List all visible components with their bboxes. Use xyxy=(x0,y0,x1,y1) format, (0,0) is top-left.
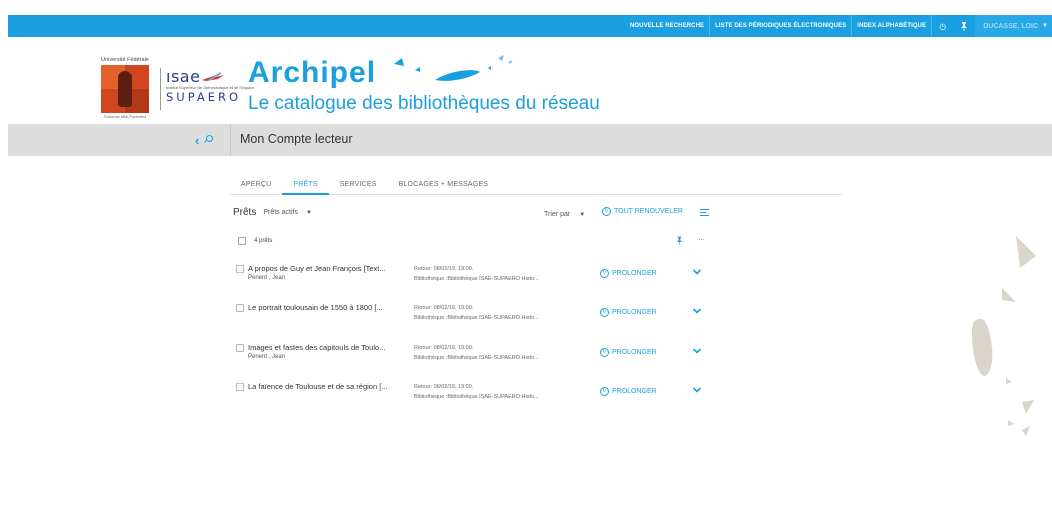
history-icon[interactable]: ◷ xyxy=(932,15,953,37)
loan-title[interactable]: A propos de Guy et Jean François [Text..… xyxy=(248,264,386,273)
loan-row: Le portrait toulousain de 1550 à 1800 [.… xyxy=(234,303,714,333)
chevron-down-icon: ▼ xyxy=(579,212,586,218)
university-logo: Université Fédérale Toulouse Midi-Pyréné… xyxy=(98,57,152,124)
page-title: Mon Compte lecteur xyxy=(240,132,353,146)
loan-library: Bibliothèque :Bibliothèque ISAE-SUPAERO … xyxy=(414,355,539,361)
loan-return-date: Retour: 08/02/19, 19:00. xyxy=(414,384,474,390)
chevron-down-icon[interactable] xyxy=(692,385,702,395)
archipel-decoration xyxy=(394,55,512,81)
renew-label: PROLONGER xyxy=(612,309,657,316)
user-name: DUCASSE, LOIC xyxy=(983,22,1039,30)
loans-heading: Prêts xyxy=(233,207,257,218)
renew-all-label: TOUT RENOUVELER xyxy=(614,208,683,215)
univ-logo-bottom-text: Toulouse Midi-Pyrénées xyxy=(103,114,147,119)
supaero-text: SUPAERO xyxy=(166,90,242,104)
sort-label: Trier par xyxy=(544,211,571,218)
pin-icon-svg xyxy=(676,236,683,245)
side-decoration xyxy=(972,236,1036,436)
page-banner: ‹ Mon Compte lecteur xyxy=(8,124,1052,156)
renew-icon: ↻ xyxy=(602,207,611,216)
select-all: 4 prêts xyxy=(238,237,272,245)
loan-title[interactable]: La faïence de Toulouse et de sa région [… xyxy=(248,382,388,391)
loan-return-date: Retour: 08/02/19, 19:00. xyxy=(414,345,474,351)
loan-checkbox[interactable] xyxy=(236,304,244,312)
nav-alpha-index[interactable]: INDEX ALPHABÉTIQUE xyxy=(852,15,931,37)
tab-services[interactable]: SERVICES xyxy=(329,175,388,194)
tab-overview[interactable]: APERÇU xyxy=(230,175,282,194)
loan-library: Bibliothèque :Bibliothèque ISAE-SUPAERO … xyxy=(414,394,539,400)
tab-loans[interactable]: PRÊTS xyxy=(282,175,329,195)
loan-checkbox[interactable] xyxy=(236,383,244,391)
back-arrow-icon[interactable]: ‹ xyxy=(195,133,199,148)
pin-icon-svg xyxy=(961,21,968,31)
loan-row: A propos de Guy et Jean François [Text..… xyxy=(234,264,714,294)
loan-return-date: Retour: 08/02/19, 19:00. xyxy=(414,266,474,272)
search-icon[interactable] xyxy=(206,135,213,142)
renew-all-button[interactable]: ↻ TOUT RENOUVELER xyxy=(602,207,683,216)
renew-label: PROLONGER xyxy=(612,349,657,356)
nav-new-search[interactable]: NOUVELLE RECHERCHE xyxy=(625,15,709,37)
loan-library: Bibliothèque :Bibliothèque ISAE-SUPAERO … xyxy=(414,276,539,282)
chevron-down-icon[interactable] xyxy=(692,267,702,277)
site-subtitle: Le catalogue des bibliothèques du réseau xyxy=(248,93,600,114)
user-menu[interactable]: DUCASSE, LOIC ▼ xyxy=(975,15,1052,37)
top-bar: NOUVELLE RECHERCHE LISTE DES PÉRIODIQUES… xyxy=(8,15,1052,37)
loan-row: Images et fastes des capitouls de Toulo.… xyxy=(234,343,714,373)
sort-select[interactable]: Trier par ▼ xyxy=(544,211,585,218)
loan-checkbox[interactable] xyxy=(236,344,244,352)
renew-icon: ↻ xyxy=(600,308,609,317)
loan-author: Penent , Jean xyxy=(248,354,286,360)
select-all-checkbox[interactable] xyxy=(238,237,246,245)
loans-header: Prêts Prêts actifs ▼ xyxy=(233,207,312,218)
renew-icon: ↻ xyxy=(600,387,609,396)
loans-filter-select[interactable]: Prêts actifs xyxy=(263,209,298,216)
univ-logo-emblem xyxy=(101,65,149,113)
loan-title[interactable]: Images et fastes des capitouls de Toulo.… xyxy=(248,343,385,352)
tab-blocks-messages[interactable]: BLOCAGES + MESSAGES xyxy=(388,175,500,194)
loan-title[interactable]: Le portrait toulousain de 1550 à 1800 [.… xyxy=(248,303,383,312)
loan-author: Penent , Jean xyxy=(248,275,286,281)
renew-button[interactable]: ↻ PROLONGER xyxy=(600,269,657,278)
renew-button[interactable]: ↻ PROLONGER xyxy=(600,308,657,317)
loan-row: La faïence de Toulouse et de sa région [… xyxy=(234,382,714,412)
account-tabs: APERÇU PRÊTS SERVICES BLOCAGES + MESSAGE… xyxy=(230,175,842,195)
loan-library: Bibliothèque :Bibliothèque ISAE-SUPAERO … xyxy=(414,315,539,321)
pin-icon[interactable] xyxy=(953,15,975,37)
top-nav: NOUVELLE RECHERCHE LISTE DES PÉRIODIQUES… xyxy=(625,15,1052,37)
plane-icon xyxy=(202,72,224,81)
univ-logo-top-text: Université Fédérale xyxy=(101,57,149,63)
banner-divider xyxy=(230,124,231,156)
loans-count: 4 prêts xyxy=(254,238,273,244)
renew-button[interactable]: ↻ PROLONGER xyxy=(600,348,657,357)
loan-return-date: Retour: 08/02/19, 19:00. xyxy=(414,305,474,311)
renew-button[interactable]: ↻ PROLONGER xyxy=(600,387,657,396)
chevron-down-icon[interactable]: ▼ xyxy=(306,210,312,216)
renew-label: PROLONGER xyxy=(612,388,657,395)
chevron-down-icon[interactable] xyxy=(692,306,702,316)
loan-checkbox[interactable] xyxy=(236,265,244,273)
list-settings-icon[interactable] xyxy=(700,209,709,217)
chevron-down-icon: ▼ xyxy=(1042,23,1048,29)
chevron-down-icon[interactable] xyxy=(692,346,702,356)
pin-icon[interactable] xyxy=(676,236,683,247)
renew-icon: ↻ xyxy=(600,348,609,357)
logo-divider xyxy=(160,68,161,110)
more-options-icon[interactable]: ··· xyxy=(698,235,705,244)
nav-periodicals[interactable]: LISTE DES PÉRIODIQUES ÉLECTRONIQUES xyxy=(710,15,851,37)
isae-logo: ısae Institut Supérieur de l'Aéronautiqu… xyxy=(166,68,254,108)
site-title[interactable]: Archipel xyxy=(248,56,376,90)
renew-label: PROLONGER xyxy=(612,270,657,277)
renew-icon: ↻ xyxy=(600,269,609,278)
